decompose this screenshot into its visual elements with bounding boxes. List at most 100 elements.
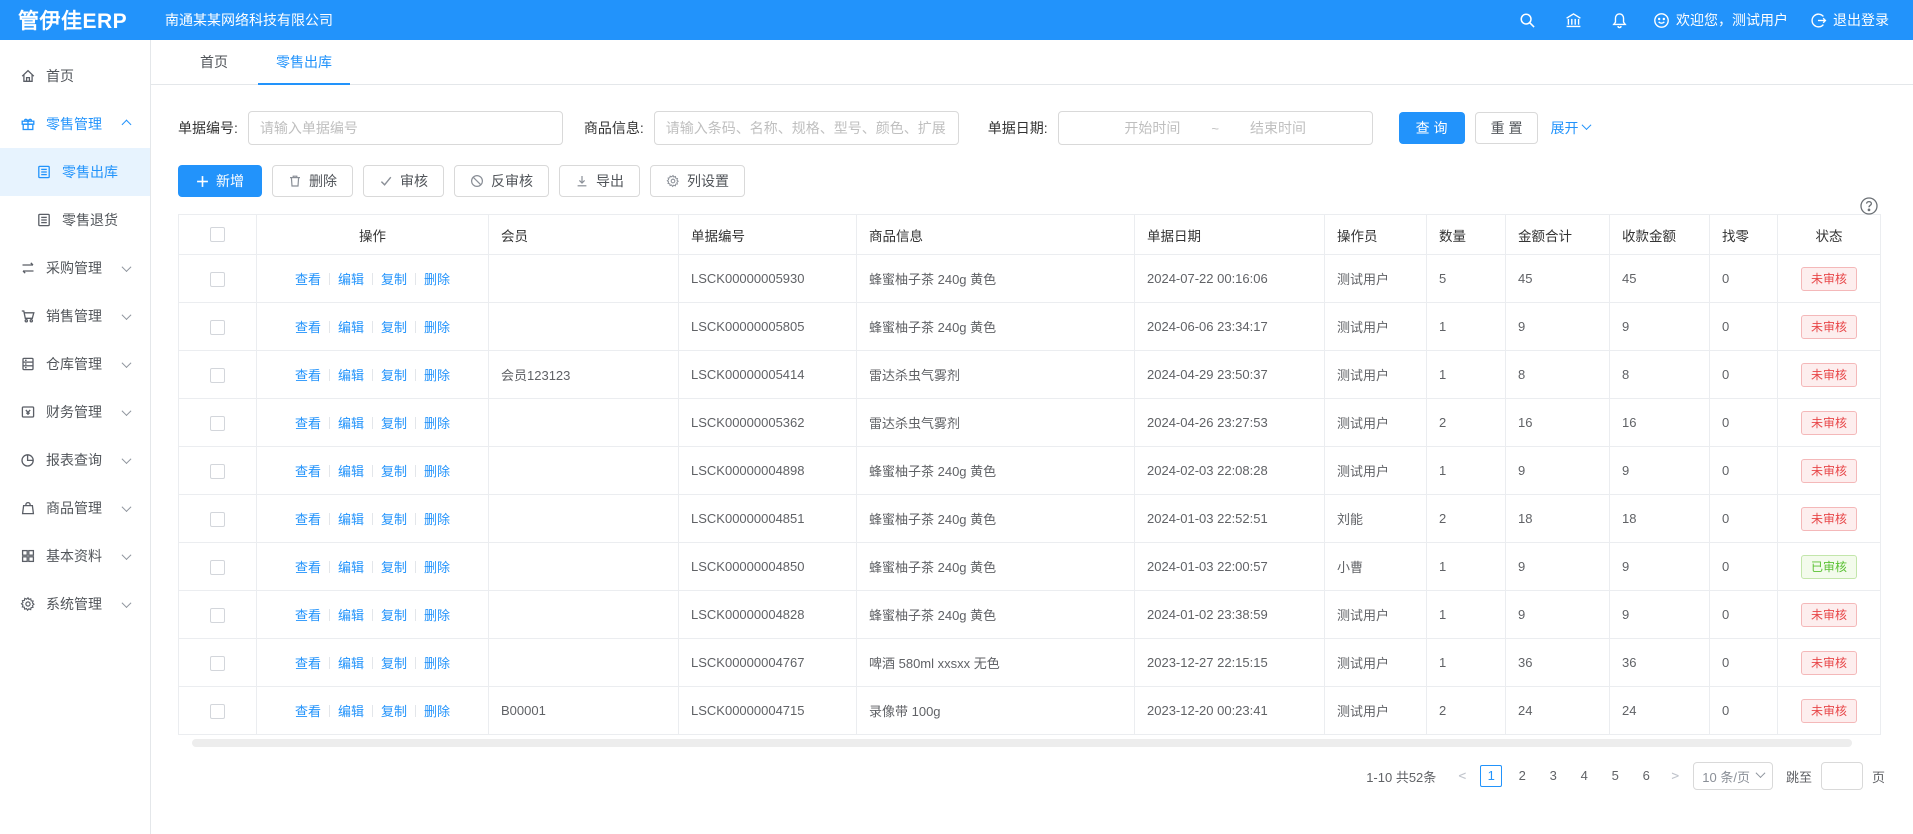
user-menu[interactable]: 欢迎您，测试用户 <box>1653 10 1788 30</box>
page-number-2[interactable]: 2 <box>1511 765 1533 787</box>
gear-icon <box>666 174 680 188</box>
sidebar-item-retail-outbound[interactable]: 零售出库 <box>0 148 150 196</box>
action-copy[interactable]: 复制 <box>381 272 407 287</box>
action-copy[interactable]: 复制 <box>381 656 407 671</box>
reset-button[interactable]: 重 置 <box>1475 112 1539 144</box>
action-delete[interactable]: 删除 <box>424 464 450 479</box>
sidebar-group-goods[interactable]: 商品管理 <box>0 484 150 532</box>
action-copy[interactable]: 复制 <box>381 704 407 719</box>
start-date-input[interactable] <box>1097 120 1207 136</box>
action-copy[interactable]: 复制 <box>381 560 407 575</box>
jump-page-input[interactable] <box>1821 762 1863 790</box>
action-copy[interactable]: 复制 <box>381 320 407 335</box>
prev-page-arrow[interactable]: < <box>1453 769 1471 784</box>
action-edit[interactable]: 编辑 <box>338 368 364 383</box>
action-separator <box>329 369 330 381</box>
row-checkbox[interactable] <box>210 704 225 719</box>
action-edit[interactable]: 编辑 <box>338 560 364 575</box>
action-copy[interactable]: 复制 <box>381 368 407 383</box>
action-edit[interactable]: 编辑 <box>338 608 364 623</box>
row-checkbox[interactable] <box>210 560 225 575</box>
end-date-input[interactable] <box>1223 120 1333 136</box>
action-copy[interactable]: 复制 <box>381 416 407 431</box>
sidebar-group-finance[interactable]: 财务管理 <box>0 388 150 436</box>
action-copy[interactable]: 复制 <box>381 512 407 527</box>
action-view[interactable]: 查看 <box>295 656 321 671</box>
row-checkbox[interactable] <box>210 416 225 431</box>
action-view[interactable]: 查看 <box>295 464 321 479</box>
sidebar-group-purchase[interactable]: 采购管理 <box>0 244 150 292</box>
select-all-checkbox[interactable] <box>210 227 225 242</box>
action-edit[interactable]: 编辑 <box>338 704 364 719</box>
action-edit[interactable]: 编辑 <box>338 320 364 335</box>
sidebar-group-retail[interactable]: 零售管理 <box>0 100 150 148</box>
tenant-icon[interactable] <box>1561 8 1585 32</box>
action-view[interactable]: 查看 <box>295 560 321 575</box>
sidebar-group-sales[interactable]: 销售管理 <box>0 292 150 340</box>
unaudit-button[interactable]: 反审核 <box>454 165 549 197</box>
page-number-3[interactable]: 3 <box>1542 765 1564 787</box>
action-view[interactable]: 查看 <box>295 320 321 335</box>
cell-received: 9 <box>1610 591 1710 639</box>
action-copy[interactable]: 复制 <box>381 464 407 479</box>
action-view[interactable]: 查看 <box>295 272 321 287</box>
sidebar-group-warehouse[interactable]: 仓库管理 <box>0 340 150 388</box>
page-number-1[interactable]: 1 <box>1480 765 1502 787</box>
horizontal-scrollbar[interactable] <box>192 739 1852 747</box>
tab-home[interactable]: 首页 <box>176 40 252 84</box>
help-icon[interactable] <box>1859 196 1879 221</box>
action-edit[interactable]: 编辑 <box>338 512 364 527</box>
action-copy[interactable]: 复制 <box>381 608 407 623</box>
action-delete[interactable]: 删除 <box>424 560 450 575</box>
action-view[interactable]: 查看 <box>295 512 321 527</box>
sidebar-group-reports[interactable]: 报表查询 <box>0 436 150 484</box>
action-delete[interactable]: 删除 <box>424 368 450 383</box>
order-no-input[interactable] <box>248 111 563 145</box>
sidebar-group-basic-data[interactable]: 基本资料 <box>0 532 150 580</box>
notification-bell-icon[interactable] <box>1607 8 1631 32</box>
page-number-5[interactable]: 5 <box>1604 765 1626 787</box>
row-checkbox[interactable] <box>210 608 225 623</box>
date-range-picker[interactable]: ~ <box>1058 111 1373 145</box>
sidebar-group-system[interactable]: 系统管理 <box>0 580 150 628</box>
export-button[interactable]: 导出 <box>559 165 640 197</box>
row-checkbox[interactable] <box>210 272 225 287</box>
row-checkbox[interactable] <box>210 464 225 479</box>
action-view[interactable]: 查看 <box>295 368 321 383</box>
page-size-select[interactable]: 10 条/页 <box>1693 762 1773 790</box>
page-number-4[interactable]: 4 <box>1573 765 1595 787</box>
action-delete[interactable]: 删除 <box>424 272 450 287</box>
action-edit[interactable]: 编辑 <box>338 656 364 671</box>
page-number-6[interactable]: 6 <box>1635 765 1657 787</box>
action-delete[interactable]: 删除 <box>424 608 450 623</box>
sidebar-item-home[interactable]: 首页 <box>0 52 150 100</box>
action-view[interactable]: 查看 <box>295 416 321 431</box>
query-button[interactable]: 查 询 <box>1399 112 1465 144</box>
action-edit[interactable]: 编辑 <box>338 416 364 431</box>
action-delete[interactable]: 删除 <box>424 416 450 431</box>
action-delete[interactable]: 删除 <box>424 320 450 335</box>
sidebar-item-retail-return[interactable]: 零售退货 <box>0 196 150 244</box>
tab-retail-outbound[interactable]: 零售出库 <box>252 40 356 84</box>
action-view[interactable]: 查看 <box>295 704 321 719</box>
delete-button[interactable]: 删除 <box>272 165 353 197</box>
add-button[interactable]: 新增 <box>178 165 262 197</box>
column-settings-button[interactable]: 列设置 <box>650 165 745 197</box>
logout-button[interactable]: 退出登录 <box>1810 10 1889 30</box>
next-page-arrow[interactable]: > <box>1666 769 1684 784</box>
action-delete[interactable]: 删除 <box>424 656 450 671</box>
row-checkbox[interactable] <box>210 368 225 383</box>
row-checkbox[interactable] <box>210 656 225 671</box>
action-edit[interactable]: 编辑 <box>338 272 364 287</box>
expand-link[interactable]: 展开 <box>1550 118 1590 138</box>
action-delete[interactable]: 删除 <box>424 704 450 719</box>
row-checkbox[interactable] <box>210 512 225 527</box>
product-info-input[interactable] <box>654 111 959 145</box>
search-icon[interactable] <box>1515 8 1539 32</box>
action-delete[interactable]: 删除 <box>424 512 450 527</box>
audit-button[interactable]: 审核 <box>363 165 444 197</box>
cart-icon <box>20 308 36 324</box>
row-checkbox[interactable] <box>210 320 225 335</box>
action-edit[interactable]: 编辑 <box>338 464 364 479</box>
action-view[interactable]: 查看 <box>295 608 321 623</box>
